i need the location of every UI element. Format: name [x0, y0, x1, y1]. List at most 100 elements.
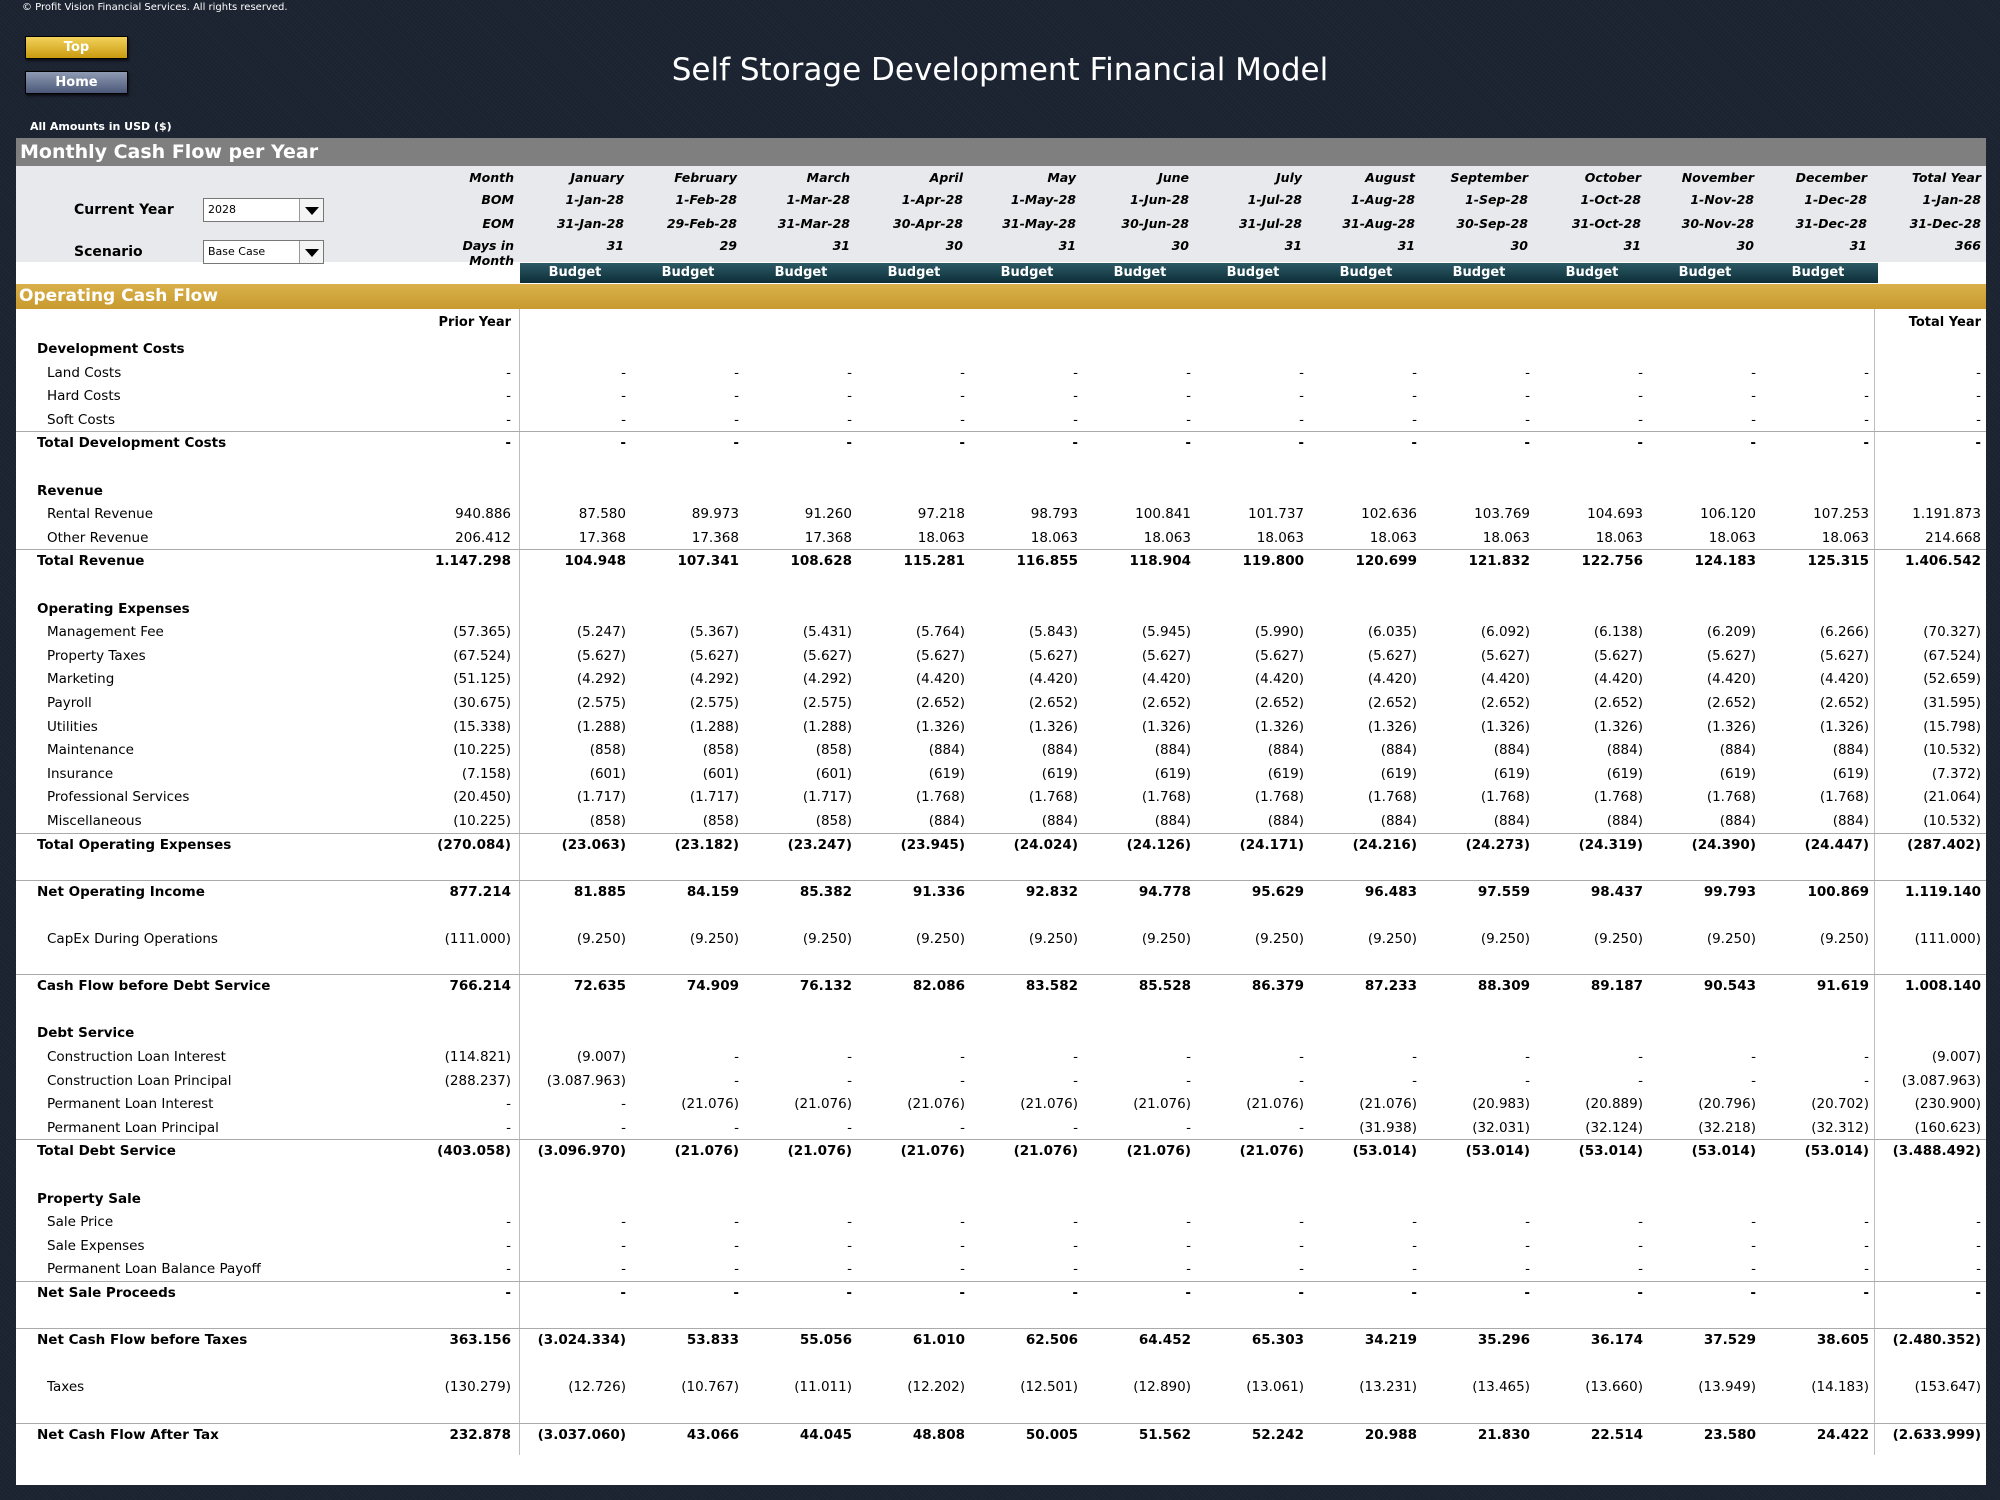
cell-value: (23.182) [674, 836, 739, 853]
table-row: Maintenance (10.225) (858) (858) (858) (884) (… [16, 739, 1986, 762]
cell-value: - [1524, 1285, 1530, 1301]
cell-value: (5.247) [576, 624, 626, 641]
cell-value: - [1976, 1214, 1981, 1231]
row-label: Utilities [47, 718, 98, 735]
cell-value: (2.652) [1480, 695, 1530, 711]
current-year-select[interactable]: 2028 [203, 198, 324, 222]
cell-value: (1.768) [1028, 789, 1078, 806]
cell-value: 118.904 [1129, 553, 1192, 570]
cell-value: (24.447) [1804, 836, 1869, 853]
month-name-cell: December [1795, 170, 1867, 185]
month-days-cell: 30 [1171, 238, 1189, 253]
cell-value: (21.076) [674, 1143, 739, 1160]
table-row: Development Costs [16, 338, 1986, 361]
cell-value: (601) [589, 765, 626, 782]
month-days-cell: 29 [719, 238, 737, 253]
cell-value: (5.627) [1706, 647, 1756, 664]
cell-value: - [1072, 435, 1078, 452]
cell-value: 53.833 [686, 1332, 739, 1349]
cell-value: (15.338) [453, 718, 511, 735]
row-label: Operating Expenses [37, 600, 190, 617]
cell-value: - [1412, 1214, 1417, 1231]
cell-value: (619) [1380, 765, 1417, 782]
cell-value: - [1073, 388, 1078, 405]
cell-value: (2.633.999) [1892, 1426, 1981, 1443]
cell-value: - [1073, 1237, 1078, 1254]
cell-value: (884) [1493, 742, 1530, 759]
total-separator [16, 1139, 1986, 1141]
row-label: Total Debt Service [37, 1143, 176, 1160]
currency-note: All Amounts in USD ($) [30, 120, 172, 133]
table-row: CapEx During Operations (111.000) (9.250) (… [16, 928, 1986, 951]
cell-value: - [1299, 1119, 1304, 1136]
cell-value: - [1976, 411, 1981, 428]
cell-value: 100.841 [1135, 506, 1191, 523]
cell-value: 1.119.140 [1904, 883, 1981, 900]
table-row: Permanent Loan Interest - - (21.076) (21.076… [16, 1093, 1986, 1116]
table-row: Cash Flow before Debt Service 766.214 72.6… [16, 975, 1986, 998]
cell-value: - [1186, 1237, 1191, 1254]
current-year-label: Current Year [74, 202, 174, 218]
cell-value: - [1864, 1049, 1869, 1065]
chevron-down-icon[interactable] [299, 199, 323, 221]
month-days-cell: 31 [1849, 238, 1867, 253]
cell-value: 124.183 [1694, 553, 1757, 570]
cell-value: (1.326) [1819, 718, 1869, 735]
total-eom-cell: 31-Dec-28 [1909, 216, 1981, 231]
cell-value: (884) [1380, 742, 1417, 759]
budget-tag: Budget [1452, 265, 1506, 280]
cell-value: - [1186, 1261, 1191, 1278]
home-button[interactable]: Home [25, 71, 128, 94]
cell-value: 940.886 [455, 506, 511, 523]
top-button[interactable]: Top [25, 36, 128, 59]
cell-value: (9.250) [576, 931, 626, 947]
cell-value: (111.000) [444, 931, 511, 947]
table-row: Taxes (130.279) (12.726) (10.767) (11.011) (1… [16, 1376, 1986, 1399]
cell-value: 36.174 [1590, 1332, 1643, 1349]
cell-value: 91.260 [804, 506, 852, 523]
row-label: Total Operating Expenses [37, 836, 232, 853]
cell-value: - [506, 411, 511, 428]
table-row: Total Development Costs - - - - - - - - - - - - - - [16, 432, 1986, 455]
cell-value: 17.368 [578, 529, 626, 546]
cell-value: - [506, 364, 511, 381]
cell-value: - [506, 1096, 511, 1113]
cell-value: (3.087.963) [1901, 1072, 1981, 1089]
cell-value: (884) [1832, 742, 1869, 759]
cell-value: - [1412, 388, 1417, 405]
cell-value: 20.988 [1364, 1426, 1417, 1443]
cell-value: (4.420) [1254, 671, 1304, 688]
cell-value: (884) [1154, 813, 1191, 829]
cell-value: (9.250) [1819, 931, 1869, 947]
cell-value: - [506, 1214, 511, 1231]
cell-value: - [1072, 1285, 1078, 1301]
cell-value: (4.420) [915, 671, 965, 688]
copyright-text: © Profit Vision Financial Services. All … [22, 2, 288, 13]
cell-value: - [1411, 435, 1417, 452]
cell-value: (7.158) [461, 765, 511, 782]
cell-value: 766.214 [449, 978, 512, 995]
cell-value: 120.699 [1355, 553, 1418, 570]
cell-value: 87.233 [1364, 978, 1417, 995]
cell-value: - [1073, 1049, 1078, 1065]
cell-value: 89.973 [691, 506, 739, 523]
cell-value: (4.420) [1706, 671, 1756, 688]
scenario-select[interactable]: Base Case [203, 240, 324, 264]
budget-tag: Budget [887, 265, 941, 280]
budget-tag: Budget [1791, 265, 1845, 280]
cell-value: (858) [702, 813, 739, 829]
month-bom-cell: 1-Nov-28 [1690, 192, 1754, 207]
cell-value: - [1412, 1237, 1417, 1254]
total-name-cell: Total Year [1911, 170, 1981, 185]
month-eom-cell: 30-Jun-28 [1121, 216, 1189, 231]
cell-value: - [1412, 1072, 1417, 1089]
table-row: Total Operating Expenses (270.084) (23.063… [16, 834, 1986, 857]
table-row: Marketing (51.125) (4.292) (4.292) (4.292) (4… [16, 668, 1986, 691]
chevron-down-icon[interactable] [299, 241, 323, 263]
cell-value: 21.830 [1477, 1426, 1530, 1443]
cell-value: (1.717) [576, 789, 626, 806]
prior-year-header: Prior Year [438, 315, 511, 330]
month-name-cell: October [1584, 170, 1641, 185]
cell-value: (21.064) [1923, 789, 1981, 806]
month-name-cell: August [1365, 170, 1415, 185]
